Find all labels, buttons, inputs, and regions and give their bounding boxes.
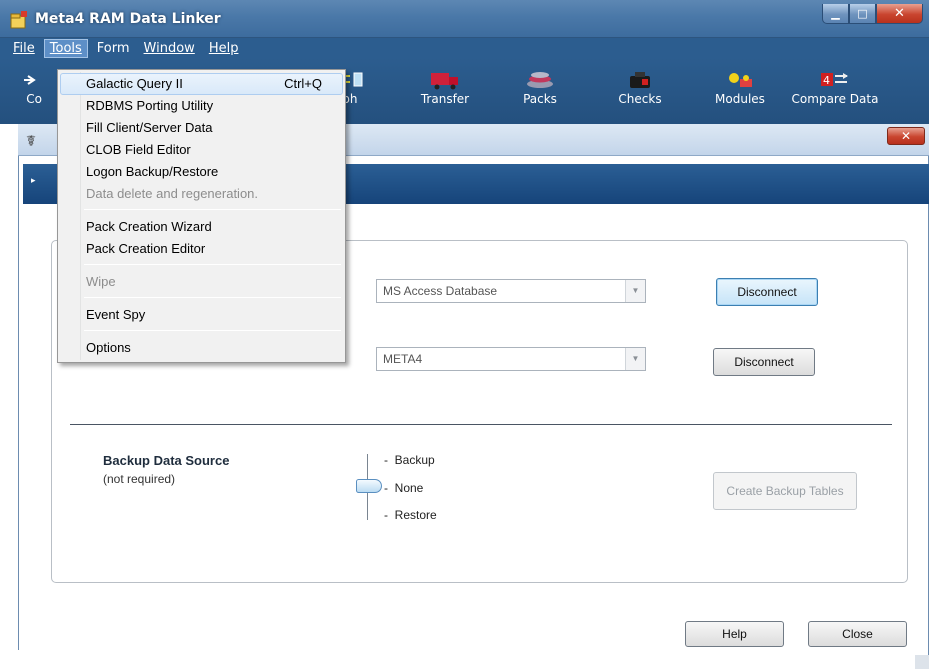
backup-data-source-subtitle: (not required) xyxy=(103,472,176,486)
checks-icon xyxy=(630,72,650,88)
menu-separator xyxy=(84,264,341,265)
menu-form[interactable]: Form xyxy=(92,40,135,57)
child-window-icon: ☤ xyxy=(26,132,37,150)
menu-item-data-delete: Data delete and regeneration. xyxy=(86,186,259,201)
source-database-value: MS Access Database xyxy=(383,284,498,298)
expand-arrow-icon[interactable]: ▸ xyxy=(31,176,36,186)
slider-option-none[interactable]: - None xyxy=(384,481,423,495)
modules-icon xyxy=(729,73,752,87)
toolbar-compare-data-button[interactable]: 4 Compare Data xyxy=(785,60,885,106)
compare-data-icon: 4 xyxy=(821,73,848,87)
menu-item-fill-client-server[interactable]: Fill Client/Server Data xyxy=(60,117,343,139)
svg-text:4: 4 xyxy=(823,74,830,87)
menu-item-event-spy[interactable]: Event Spy xyxy=(60,304,343,326)
truck-icon xyxy=(431,73,458,90)
close-window-button[interactable]: ✕ xyxy=(876,4,923,24)
window-title: Meta4 RAM Data Linker xyxy=(35,11,221,27)
create-backup-tables-button[interactable]: Create Backup Tables xyxy=(713,472,857,510)
toolbar-transfer-button[interactable]: Transfer xyxy=(405,60,485,106)
menu-item-wipe: Wipe xyxy=(86,274,116,289)
menu-separator xyxy=(84,330,341,331)
menu-item-clob-field-editor[interactable]: CLOB Field Editor xyxy=(60,139,343,161)
help-button[interactable]: Help xyxy=(685,621,784,647)
connect-icon xyxy=(24,75,36,85)
menu-item-options[interactable]: Options xyxy=(60,337,343,359)
chevron-down-icon[interactable]: ▼ xyxy=(625,280,645,302)
maximize-button[interactable]: □ xyxy=(849,4,876,24)
window-controls: ▁ □ ✕ xyxy=(822,4,923,24)
toolbar-connect-button[interactable]: Co xyxy=(0,60,50,106)
menu-item-logon-backup[interactable]: Logon Backup/Restore xyxy=(60,161,343,183)
menu-item-pack-creation-editor[interactable]: Pack Creation Editor xyxy=(60,238,343,260)
menu-shortcut: Ctrl+Q xyxy=(284,76,322,91)
menu-bar: File Tools Form Window Help xyxy=(0,38,929,58)
menu-item-galactic-query[interactable]: Galactic Query II Ctrl+Q xyxy=(60,73,343,95)
target-database-combo[interactable]: META4 ▼ xyxy=(376,347,646,371)
tools-dropdown-menu: Galactic Query II Ctrl+Q RDBMS Porting U… xyxy=(57,69,346,363)
menu-item-pack-creation-wizard[interactable]: Pack Creation Wizard xyxy=(60,216,343,238)
menu-help[interactable]: Help xyxy=(204,40,244,57)
menu-item-rdbms-porting[interactable]: RDBMS Porting Utility xyxy=(60,95,343,117)
status-strip xyxy=(0,650,915,669)
backup-slider-thumb[interactable] xyxy=(356,479,382,493)
slider-option-restore[interactable]: - Restore xyxy=(384,508,437,522)
source-database-combo[interactable]: MS Access Database ▼ xyxy=(376,279,646,303)
target-database-value: META4 xyxy=(383,352,423,366)
resize-grip[interactable] xyxy=(915,655,929,669)
slider-option-backup[interactable]: - Backup xyxy=(384,453,435,467)
packs-icon xyxy=(527,72,553,88)
section-divider xyxy=(70,424,892,425)
menu-window[interactable]: Window xyxy=(139,40,200,57)
menu-tools[interactable]: Tools xyxy=(43,38,88,58)
toolbar-modules-button[interactable]: Modules xyxy=(700,60,780,106)
toolbar-packs-button[interactable]: Packs xyxy=(500,60,580,106)
chevron-down-icon[interactable]: ▼ xyxy=(625,348,645,370)
disconnect-source-button[interactable]: Disconnect xyxy=(716,278,818,306)
title-bar: Meta4 RAM Data Linker ▁ □ ✕ xyxy=(0,0,929,38)
menu-separator xyxy=(84,209,341,210)
child-close-button[interactable]: ✕ xyxy=(887,127,925,145)
app-icon xyxy=(10,11,27,29)
minimize-button[interactable]: ▁ xyxy=(822,4,849,24)
close-button[interactable]: Close xyxy=(808,621,907,647)
backup-data-source-title: Backup Data Source xyxy=(103,453,230,468)
menu-separator xyxy=(84,297,341,298)
disconnect-target-button[interactable]: Disconnect xyxy=(713,348,815,376)
menu-file[interactable]: File xyxy=(8,40,40,57)
toolbar-checks-button[interactable]: Checks xyxy=(600,60,680,106)
